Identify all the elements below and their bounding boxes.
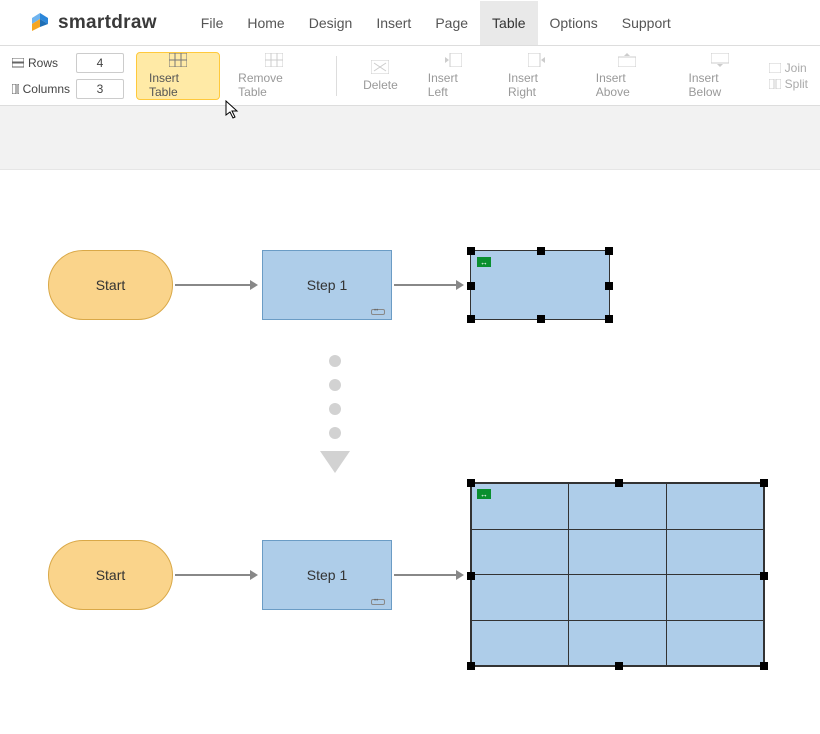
resize-handle[interactable] [537,247,545,255]
resize-handle[interactable] [537,315,545,323]
insert-above-button[interactable]: Insert Above [584,52,671,100]
resize-handle[interactable] [760,662,768,670]
step-shape[interactable]: Step 1 [262,250,392,320]
delete-icon [371,60,389,74]
resize-handle[interactable] [605,247,613,255]
join-icon [769,63,781,73]
arrow[interactable] [394,284,456,286]
remove-table-button[interactable]: Remove Table [226,52,322,100]
menu-file[interactable]: File [189,1,236,45]
table-icon [169,53,187,67]
resize-handle[interactable] [467,282,475,290]
resize-handle[interactable] [760,572,768,580]
inserted-table[interactable] [471,483,764,666]
menu-design[interactable]: Design [297,1,365,45]
drawing-canvas[interactable]: Start Step 1 ↔ Start Step 1 [0,170,820,734]
logo-icon [28,11,52,35]
menu-table[interactable]: Table [480,1,537,45]
toolbar-separator [336,56,337,96]
cols-input[interactable] [76,79,124,99]
table-shape[interactable]: ↔ [470,482,765,667]
start-shape[interactable]: Start [48,540,173,610]
rotate-handle-icon[interactable]: ↔ [477,489,491,499]
transition-indicator-icon [320,355,350,473]
ribbon-spacer [0,106,820,170]
menu-options[interactable]: Options [538,1,610,45]
cols-icon [12,84,19,94]
arrow[interactable] [175,284,250,286]
arrow[interactable] [175,574,250,576]
start-shape[interactable]: Start [48,250,173,320]
resize-handle[interactable] [467,315,475,323]
insert-above-icon [618,53,636,67]
menubar: smartdraw File Home Design Insert Page T… [0,0,820,46]
remove-table-icon [265,53,283,67]
insert-right-button[interactable]: Insert Right [496,52,578,100]
insert-below-icon [711,53,729,67]
sublist-icon [371,599,385,605]
step-shape[interactable]: Step 1 [262,540,392,610]
resize-handle[interactable] [615,479,623,487]
menu-insert[interactable]: Insert [364,1,423,45]
logo-text: smartdraw [58,12,157,34]
resize-handle[interactable] [467,662,475,670]
split-button[interactable]: Split [769,77,808,91]
rows-cols-inputs: Rows Columns [12,53,130,99]
rows-label: Rows [12,56,70,70]
menu-items: File Home Design Insert Page Table Optio… [189,1,683,45]
join-button[interactable]: Join [769,61,808,75]
insert-left-button[interactable]: Insert Left [416,52,490,100]
split-icon [769,79,781,89]
insert-right-icon [528,53,546,67]
resize-handle[interactable] [467,572,475,580]
delete-button[interactable]: Delete [351,52,410,100]
cols-label: Columns [12,82,70,96]
table-toolbar: Rows Columns Insert Table Remove Table D… [0,46,820,106]
menu-home[interactable]: Home [235,1,296,45]
arrow[interactable] [394,574,456,576]
rotate-handle-icon[interactable]: ↔ [477,257,491,267]
resize-handle[interactable] [467,479,475,487]
insert-left-icon [444,53,462,67]
resize-handle[interactable] [605,282,613,290]
app-logo: smartdraw [28,11,157,35]
insert-below-button[interactable]: Insert Below [677,52,763,100]
toolbar-right-group: Join Split [769,61,808,91]
resize-handle[interactable] [615,662,623,670]
resize-handle[interactable] [467,247,475,255]
menu-page[interactable]: Page [423,1,480,45]
resize-handle[interactable] [760,479,768,487]
rows-icon [12,58,24,68]
rows-input[interactable] [76,53,124,73]
sublist-icon [371,309,385,315]
menu-support[interactable]: Support [610,1,683,45]
selected-shape[interactable]: ↔ [470,250,610,320]
resize-handle[interactable] [605,315,613,323]
insert-table-button[interactable]: Insert Table [136,52,220,100]
